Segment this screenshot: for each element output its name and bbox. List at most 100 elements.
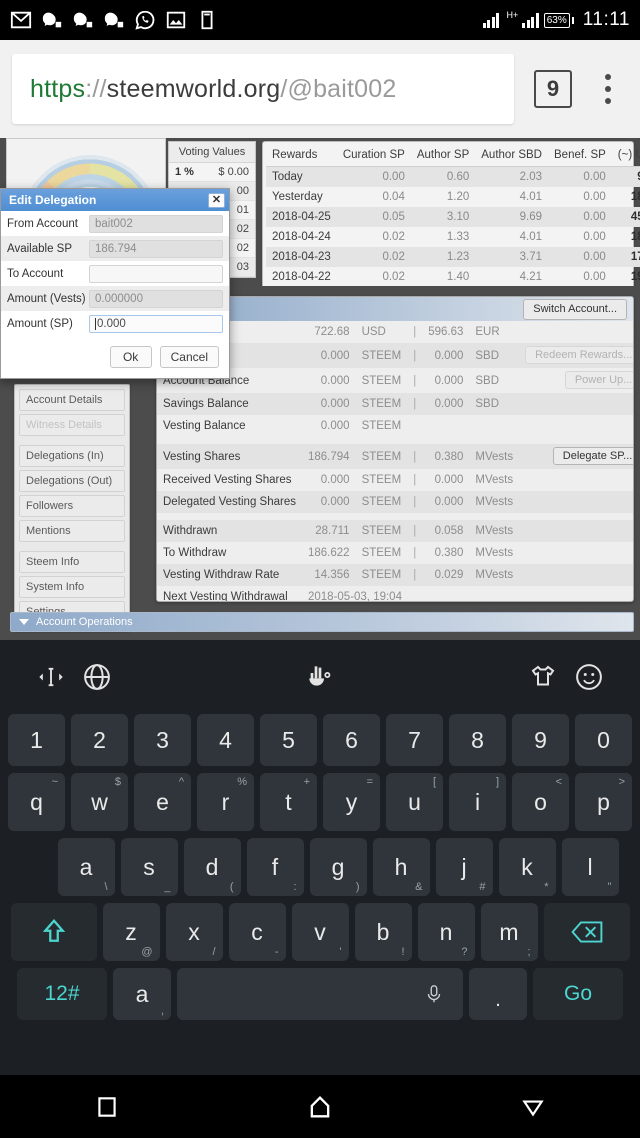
sidebar-item-system-info[interactable]: System Info [19, 576, 125, 598]
key-m[interactable]: ; m [480, 903, 538, 961]
cursor-icon[interactable] [28, 654, 74, 700]
key-2[interactable]: 2 [71, 714, 128, 766]
key-o-main: o [534, 788, 547, 815]
key-i[interactable]: ] i [449, 773, 506, 831]
available-sp-input[interactable]: 186.794 [89, 239, 223, 258]
key-x[interactable]: / x [165, 903, 223, 961]
key-h-sub: & [415, 881, 423, 893]
key-h[interactable]: & h [372, 838, 430, 896]
key-e[interactable]: ^ e [134, 773, 191, 831]
home-button[interactable] [285, 1087, 355, 1127]
key-j[interactable]: # j [435, 838, 493, 896]
key-q[interactable]: ~ q [8, 773, 65, 831]
rewards-benef: 0.00 [548, 207, 612, 227]
row-separator: | [413, 474, 417, 486]
from-account-input[interactable]: bait002 [89, 214, 223, 233]
row-unit-2: MVests [469, 491, 520, 513]
key-d[interactable]: (d [183, 838, 241, 896]
key-t[interactable]: + t [260, 773, 317, 831]
tab-count-button[interactable]: 9 [534, 70, 572, 108]
key-s-main: s [143, 853, 155, 880]
switch-account-button[interactable]: Switch Account... [523, 298, 627, 320]
key-9[interactable]: 9 [512, 714, 569, 766]
table-row: Yesterday 0.04 1.20 4.01 0.00 18.43 [266, 187, 640, 207]
key-y[interactable]: = y [323, 773, 380, 831]
to-account-input[interactable] [89, 264, 223, 283]
sidebar-item-followers[interactable]: Followers [19, 495, 125, 517]
amount-sp-input[interactable]: 0.000 [89, 314, 223, 333]
key-n[interactable]: ? n [417, 903, 475, 961]
shift-key[interactable] [10, 903, 97, 961]
rewards-col-3: Author SBD [475, 145, 548, 167]
sidebar-item-mentions[interactable]: Mentions [19, 520, 125, 542]
row-action: Power Up... [519, 368, 633, 393]
cancel-button[interactable]: Cancel [159, 346, 219, 368]
account-operations-bar[interactable]: Account Operations [10, 612, 634, 632]
key-6[interactable]: 6 [323, 714, 380, 766]
key-r[interactable]: % r [197, 773, 254, 831]
sidebar-item-steem-info[interactable]: Steem Info [19, 551, 125, 573]
sidebar-item-delegations-in[interactable]: Delegations (In) [19, 445, 125, 467]
key-a[interactable]: \ a [57, 838, 115, 896]
sidebar-item-account-details[interactable]: Account Details [19, 389, 125, 411]
key-s[interactable]: _ s [120, 838, 178, 896]
browser-menu-button[interactable] [588, 74, 628, 104]
row-label: Savings Balance [157, 393, 302, 415]
period-key[interactable]: . [469, 968, 527, 1020]
key-5[interactable]: 5 [260, 714, 317, 766]
key-q-main: q [30, 788, 43, 815]
key-1[interactable]: 1 [8, 714, 65, 766]
ok-button[interactable]: Ok [109, 346, 152, 368]
sidebar-item-delegations-out[interactable]: Delegations (Out) [19, 470, 125, 492]
row-value-1: 28.711 [301, 520, 356, 542]
close-icon[interactable]: ✕ [208, 192, 225, 208]
key-0[interactable]: 0 [575, 714, 632, 766]
key-4[interactable]: 4 [197, 714, 254, 766]
key-c[interactable]: -c [228, 903, 286, 961]
key-u[interactable]: [u [386, 773, 443, 831]
key-f[interactable]: :f [246, 838, 304, 896]
key-s-sub: _ [164, 881, 171, 893]
gesture-icon[interactable] [297, 654, 343, 700]
key-i-sub: ] [495, 776, 499, 788]
key-v[interactable]: ' v [291, 903, 349, 961]
key-l[interactable]: " l [561, 838, 619, 896]
redeem-rewards-button[interactable]: Redeem Rewards... [525, 346, 633, 364]
recents-button[interactable] [72, 1087, 142, 1127]
go-key[interactable]: Go [533, 968, 623, 1020]
key-g[interactable]: ) g [309, 838, 367, 896]
globe-icon[interactable] [74, 654, 120, 700]
rewards-label: Yesterday [272, 191, 323, 203]
rewards-author-sbd: 9.69 [475, 207, 548, 227]
rewards-label: 2018-04-23 [266, 247, 337, 267]
key-o[interactable]: < o [512, 773, 569, 831]
key-3[interactable]: 3 [134, 714, 191, 766]
key-z-sub: @ [141, 946, 153, 958]
key-w[interactable]: $ w [71, 773, 128, 831]
emoji-icon[interactable] [566, 654, 612, 700]
address-bar[interactable]: https://steemworld.org/@bait002 [12, 54, 514, 124]
backspace-key[interactable] [543, 903, 630, 961]
key-v-sub: ' [339, 946, 342, 958]
key-e-main: e [156, 788, 169, 815]
space-key[interactable] [177, 968, 463, 1020]
amount-vests-input[interactable]: 0.000000 [89, 289, 223, 308]
delegate-sp-button[interactable]: Delegate SP... [552, 447, 633, 465]
theme-shirt-icon[interactable] [520, 654, 566, 700]
back-button[interactable] [498, 1087, 568, 1127]
key-8[interactable]: 8 [449, 714, 506, 766]
key-p[interactable]: > p [575, 773, 632, 831]
row-value-2: 0.029 [422, 564, 470, 586]
key-7[interactable]: 7 [386, 714, 443, 766]
key-z[interactable]: @ z [102, 903, 160, 961]
rewards-curation: 0.05 [336, 207, 411, 227]
key-b[interactable]: ! b [354, 903, 412, 961]
power-up-button[interactable]: Power Up... [564, 371, 633, 389]
row-unit-1: STEEM [355, 343, 408, 368]
symbols-key[interactable]: 12# [17, 968, 107, 1020]
language-key[interactable]: , a [113, 968, 171, 1020]
rewards-col-2: Author SP [410, 145, 476, 167]
rewards-col-0: Rewards [266, 145, 337, 167]
key-k[interactable]: * k [498, 838, 556, 896]
web-page-viewport: Voting Values 1 % $ 0.00 00 01 02 02 03 … [0, 138, 640, 640]
